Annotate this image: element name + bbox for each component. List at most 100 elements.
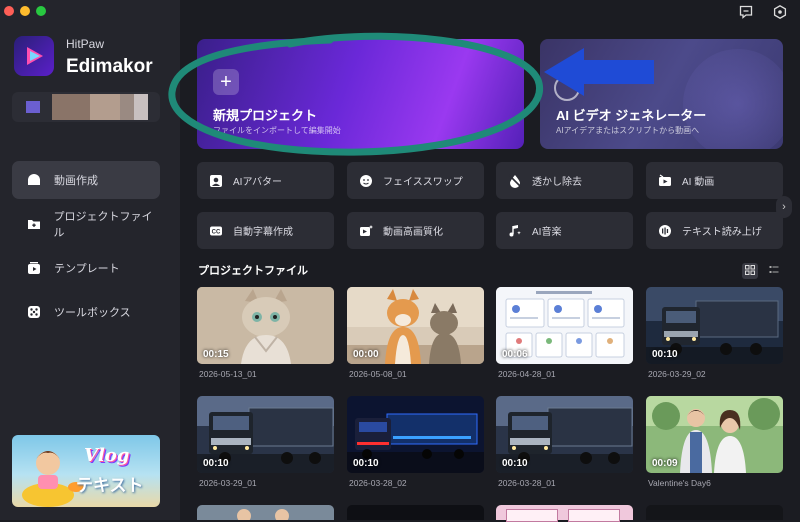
settings-icon[interactable] bbox=[772, 4, 788, 20]
tool-video-enhance[interactable]: 動画高画質化 bbox=[347, 212, 484, 249]
feedback-icon[interactable] bbox=[738, 4, 754, 20]
tool-text-to-speech[interactable]: テキスト読み上げ bbox=[646, 212, 783, 249]
project-duration: 00:10 bbox=[502, 458, 528, 469]
enhance-icon bbox=[359, 224, 373, 238]
project-thumbnail-truck: 00:10 bbox=[646, 287, 783, 364]
ai-video-generator-card[interactable]: AI ビデオ ジェネレーター AIアイデアまたはスクリプトから動画へ bbox=[540, 39, 783, 149]
home-icon bbox=[26, 172, 42, 188]
close-window-button[interactable] bbox=[4, 6, 14, 16]
project-name: 2026-03-28_02 bbox=[349, 478, 407, 488]
chevron-right-icon: › bbox=[782, 201, 786, 213]
project-card[interactable]: 00:10 2026-03-29_02 bbox=[646, 287, 783, 379]
ai-generator-subtitle: AIアイデアまたはスクリプトから動画へ bbox=[556, 126, 700, 135]
tool-label: AI 動画 bbox=[682, 177, 715, 188]
new-project-subtitle: ファイルをインポートして編集開始 bbox=[213, 126, 341, 135]
brand-name: Edimakor bbox=[66, 56, 153, 77]
tool-label: フェイススワップ bbox=[383, 177, 463, 188]
sidebar-item-label: テンプレート bbox=[54, 263, 120, 275]
tool-ai-avatar[interactable]: AIアバター bbox=[197, 162, 334, 199]
project-card[interactable]: 00:10 2026-03-28_01 bbox=[496, 396, 633, 488]
window-controls bbox=[4, 6, 46, 16]
list-view-toggle[interactable] bbox=[766, 263, 782, 279]
user-account[interactable] bbox=[12, 92, 160, 122]
minimize-window-button[interactable] bbox=[20, 6, 30, 16]
plus-icon: + bbox=[213, 69, 239, 95]
svg-text:CC: CC bbox=[212, 229, 221, 235]
project-duration: 00:06 bbox=[502, 349, 528, 360]
sidebar: HitPaw Edimakor 動画作成 プロジェクトファイル テンプレート ツ… bbox=[0, 0, 180, 520]
tool-label: AIアバター bbox=[233, 177, 283, 188]
tool-watermark-remove[interactable]: 透かし除去 bbox=[496, 162, 633, 199]
project-duration: 00:00 bbox=[353, 349, 379, 360]
project-duration: 00:10 bbox=[652, 349, 678, 360]
music-icon bbox=[508, 224, 522, 238]
project-files-heading: プロジェクトファイル bbox=[198, 265, 308, 277]
grid-view-icon bbox=[745, 262, 755, 280]
header-icons bbox=[738, 4, 788, 20]
project-card[interactable]: 00:15 2026-05-13_01 bbox=[197, 287, 334, 379]
tts-icon bbox=[658, 224, 672, 238]
app-logo bbox=[14, 36, 54, 76]
project-name: 2026-05-08_01 bbox=[349, 369, 407, 379]
sidebar-item-label: プロジェクトファイル bbox=[53, 211, 153, 239]
project-card[interactable]: 00:10 2026-03-29_01 bbox=[197, 396, 334, 488]
project-card[interactable]: 00:00 2026-05-08_01 bbox=[347, 287, 484, 379]
brand-name-small: HitPaw bbox=[66, 37, 105, 51]
project-card-partial[interactable] bbox=[347, 505, 484, 520]
sidebar-item-label: 動画作成 bbox=[54, 175, 98, 187]
project-card-partial[interactable] bbox=[496, 505, 633, 522]
tool-label: 自動字幕作成 bbox=[233, 227, 293, 238]
tools-scroll-right-button[interactable]: › bbox=[776, 196, 792, 218]
sidebar-nav: 動画作成 プロジェクトファイル テンプレート ツールボックス bbox=[12, 161, 160, 337]
sidebar-item-toolbox[interactable]: ツールボックス bbox=[12, 293, 160, 331]
project-thumbnail-dog-cat: 00:00 bbox=[347, 287, 484, 364]
watermark-remove-icon bbox=[508, 173, 522, 188]
project-thumbnail-couple: 00:09 bbox=[646, 396, 783, 473]
caption-icon: CC bbox=[209, 224, 223, 238]
folder-icon bbox=[26, 216, 41, 232]
sidebar-item-project-files[interactable]: プロジェクトファイル bbox=[12, 205, 160, 243]
project-duration: 00:10 bbox=[203, 458, 229, 469]
vlog-promo-banner[interactable]: Vlog テキスト bbox=[12, 435, 160, 507]
project-card[interactable]: 00:06 2026-04-28_01 bbox=[496, 287, 633, 379]
project-name: 2026-03-29_02 bbox=[648, 369, 706, 379]
project-duration: 00:09 bbox=[652, 458, 678, 469]
project-duration: 00:10 bbox=[353, 458, 379, 469]
project-name: 2026-05-13_01 bbox=[199, 369, 257, 379]
project-duration: 00:15 bbox=[203, 349, 229, 360]
ai-generator-icon bbox=[554, 75, 580, 101]
new-project-title: 新規プロジェクト bbox=[213, 108, 318, 123]
grid-view-toggle[interactable] bbox=[742, 263, 758, 279]
project-thumbnail-truck-blue: 00:10 bbox=[347, 396, 484, 473]
tool-label: AI音楽 bbox=[532, 227, 562, 238]
project-name: 2026-03-29_01 bbox=[199, 478, 257, 488]
project-card-partial[interactable] bbox=[646, 505, 783, 520]
project-thumbnail-truck: 00:10 bbox=[496, 396, 633, 473]
project-name: Valentine's Day6 bbox=[648, 478, 711, 488]
project-card-partial[interactable] bbox=[197, 505, 334, 520]
tool-label: 透かし除去 bbox=[532, 177, 582, 188]
project-thumbnail-cat: 00:15 bbox=[197, 287, 334, 364]
project-card[interactable]: 00:10 2026-03-28_02 bbox=[347, 396, 484, 488]
project-name: 2026-04-28_01 bbox=[498, 369, 556, 379]
promo-title: Vlog bbox=[84, 445, 130, 466]
list-view-icon bbox=[769, 262, 779, 280]
project-thumbnail-truck: 00:10 bbox=[197, 396, 334, 473]
project-name: 2026-03-28_01 bbox=[498, 478, 556, 488]
template-icon bbox=[26, 260, 42, 276]
tool-label: 動画高画質化 bbox=[383, 227, 443, 238]
sidebar-item-create-video[interactable]: 動画作成 bbox=[12, 161, 160, 199]
tool-label: テキスト読み上げ bbox=[682, 227, 762, 238]
sidebar-item-templates[interactable]: テンプレート bbox=[12, 249, 160, 287]
promo-subtitle: テキスト bbox=[76, 476, 144, 495]
tool-ai-video[interactable]: AI 動画 bbox=[646, 162, 783, 199]
maximize-window-button[interactable] bbox=[36, 6, 46, 16]
ai-video-icon bbox=[658, 174, 672, 188]
project-card[interactable]: 00:09 Valentine's Day6 bbox=[646, 396, 783, 488]
tool-face-swap[interactable]: フェイススワップ bbox=[347, 162, 484, 199]
tool-auto-caption[interactable]: CC 自動字幕作成 bbox=[197, 212, 334, 249]
tool-ai-music[interactable]: AI音楽 bbox=[496, 212, 633, 249]
ai-generator-title: AI ビデオ ジェネレーター bbox=[556, 108, 707, 123]
new-project-card[interactable]: + 新規プロジェクト ファイルをインポートして編集開始 bbox=[197, 39, 524, 149]
toolbox-icon bbox=[26, 304, 42, 320]
